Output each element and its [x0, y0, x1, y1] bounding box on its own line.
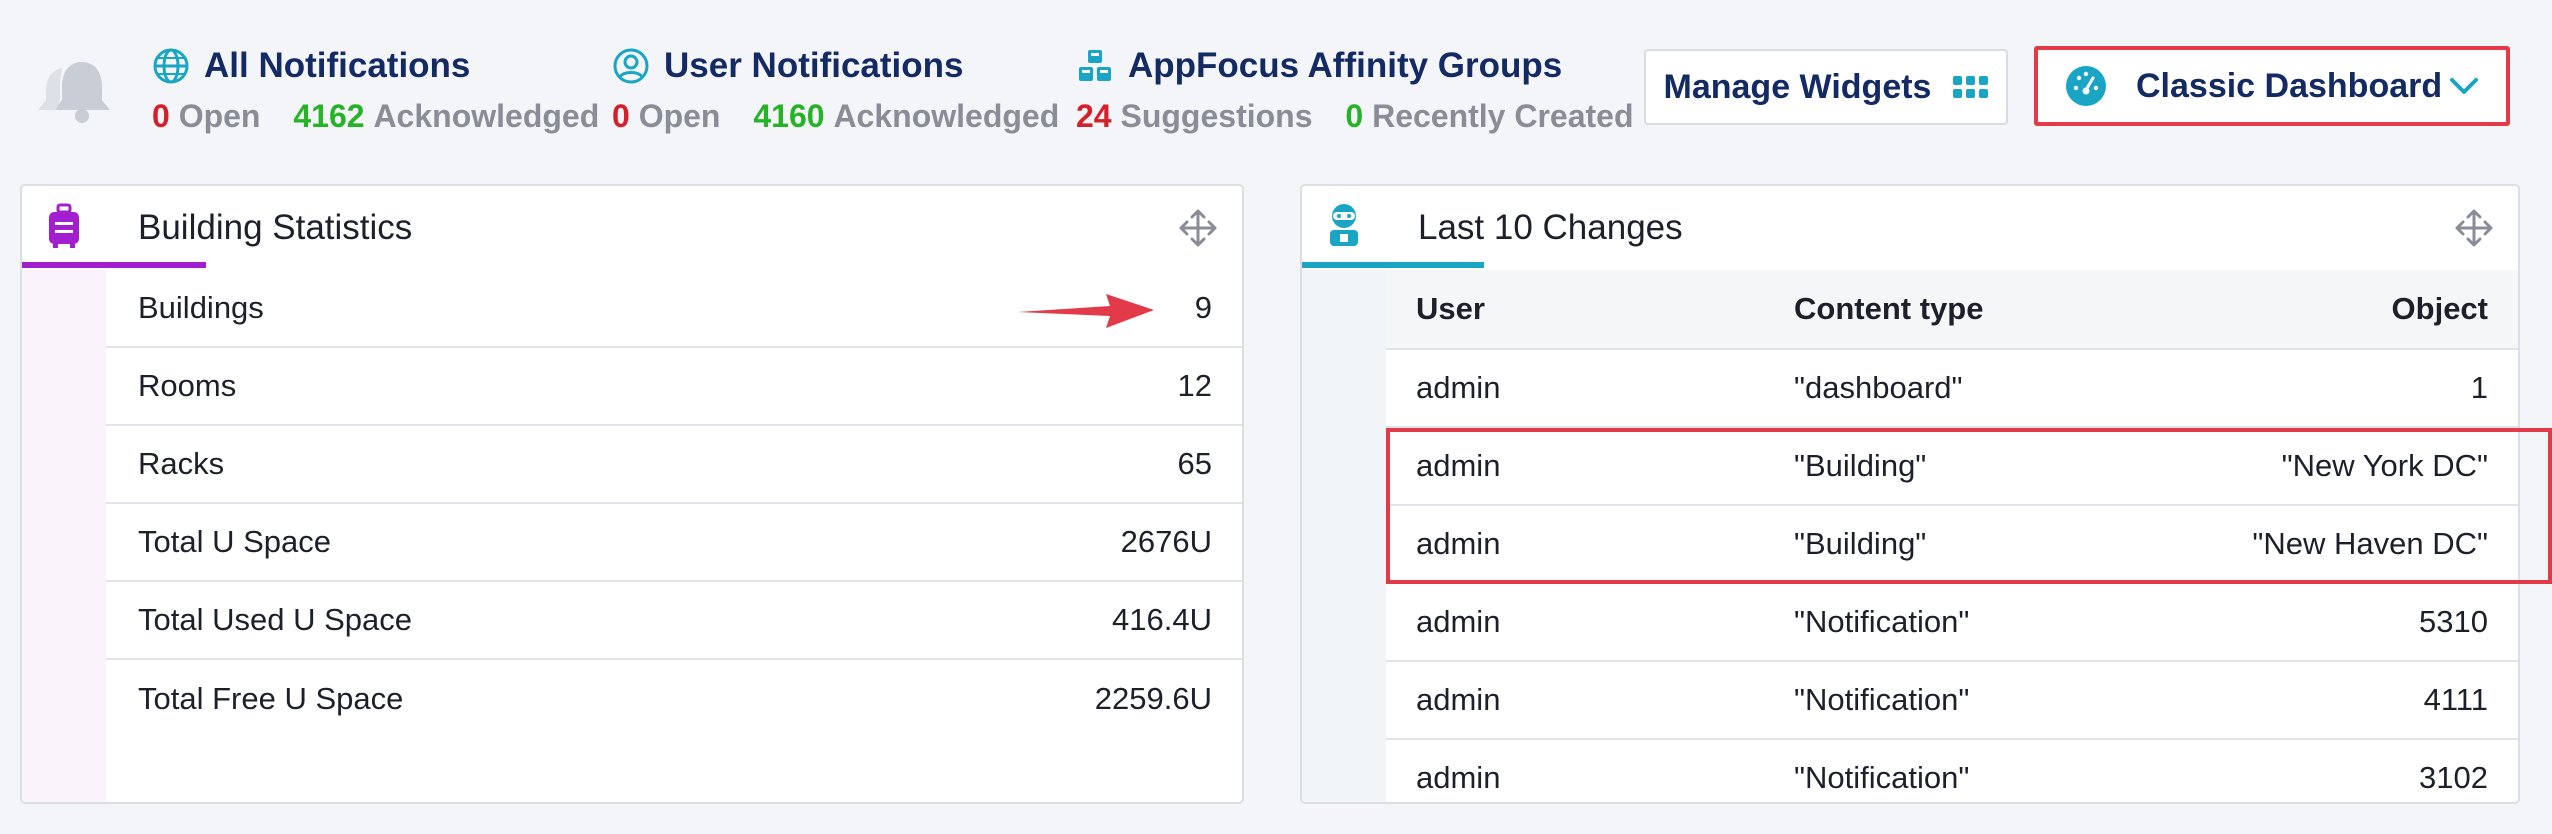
all-ack-label: Acknowledged [373, 98, 600, 134]
widget-title-underline [22, 262, 206, 268]
building-stats-list: Buildings 9 Rooms 12 Racks 65 Total U Sp… [106, 270, 1242, 738]
all-open-label: Open [178, 98, 261, 134]
cell-object: 1 [2470, 370, 2488, 405]
cell-object: "New York DC" [2281, 448, 2488, 483]
stat-value: 65 [1177, 446, 1212, 481]
speedometer-icon [2066, 66, 2106, 106]
stat-label: Buildings [138, 290, 264, 325]
widget-title: Last 10 Changes [1418, 208, 1683, 247]
cell-user: admin [1416, 526, 1501, 561]
stat-label: Rooms [138, 368, 237, 403]
widget-sidebar [1302, 186, 1386, 802]
stat-row-rooms: Rooms 12 [106, 348, 1242, 426]
widget-sidebar [22, 186, 106, 802]
suitcase-icon [49, 203, 79, 248]
cell-content-type: "Notification" [1794, 682, 1970, 717]
robot-icon [1330, 204, 1358, 246]
cell-user: admin [1416, 448, 1501, 483]
cell-object: 5310 [2419, 604, 2488, 639]
widget-title: Building Statistics [138, 208, 413, 247]
all-notifications-title[interactable]: All Notifications [204, 46, 470, 86]
user-open-count: 0 [612, 98, 630, 134]
table-row[interactable]: admin "Notification" 3102 [1386, 740, 2518, 802]
table-header-row: User Content type Object [1386, 270, 2518, 350]
cell-content-type: "Building" [1794, 526, 1927, 561]
all-notifications-summary[interactable]: All Notifications 0 Open 4162 Acknowledg… [152, 46, 623, 135]
annotation-arrow-icon [1018, 294, 1154, 328]
column-header-content-type[interactable]: Content type [1794, 291, 2141, 327]
cell-user: admin [1416, 370, 1501, 405]
user-ack-label: Acknowledged [833, 98, 1060, 134]
all-ack-count: 4162 [293, 98, 365, 134]
dashboard-select-value: Classic Dashboard [2136, 66, 2443, 105]
cubes-icon [1079, 50, 1111, 81]
stat-label: Total Free U Space [138, 681, 404, 716]
table-row[interactable]: admin "Building" "New Haven DC" [1386, 506, 2518, 584]
stat-label: Total U Space [138, 524, 331, 559]
cell-content-type: "Building" [1794, 448, 1927, 483]
cell-content-type: "dashboard" [1794, 370, 1963, 405]
stat-row-used-u-space: Total Used U Space 416.4U [106, 582, 1242, 660]
affinity-groups-summary[interactable]: AppFocus Affinity Groups 24 Suggestions … [1076, 46, 1658, 135]
changes-table: User Content type Object admin "dashboar… [1386, 270, 2518, 802]
stat-row-free-u-space: Total Free U Space 2259.6U [106, 660, 1242, 738]
table-row[interactable]: admin "Notification" 4111 [1386, 662, 2518, 740]
cell-user: admin [1416, 682, 1501, 717]
cell-content-type: "Notification" [1794, 760, 1970, 795]
user-open-label: Open [638, 98, 721, 134]
building-statistics-widget: Building Statistics Buildings 9 Rooms 12… [20, 184, 1244, 804]
table-row[interactable]: admin "dashboard" 1 [1386, 350, 2518, 428]
suggestions-count: 24 [1076, 98, 1112, 134]
affinity-groups-title[interactable]: AppFocus Affinity Groups [1128, 46, 1562, 86]
last-changes-widget: Last 10 Changes User Content type Object… [1300, 184, 2520, 804]
column-header-object[interactable]: Object [2141, 291, 2488, 327]
user-circle-icon [613, 48, 649, 84]
stat-row-racks: Racks 65 [106, 426, 1242, 504]
recently-created-label: Recently Created [1372, 98, 1634, 134]
user-ack-count: 4160 [753, 98, 825, 134]
stat-value: 9 [1194, 290, 1212, 325]
cell-object: 3102 [2419, 760, 2488, 795]
stat-label: Total Used U Space [138, 602, 412, 637]
user-notifications-title[interactable]: User Notifications [664, 46, 964, 86]
widget-header: Building Statistics [22, 186, 1242, 270]
cell-object: 4111 [2423, 682, 2488, 717]
move-handle-icon[interactable] [1178, 208, 1218, 248]
cell-user: admin [1416, 760, 1501, 795]
stat-value: 2676U [1120, 524, 1212, 559]
table-row[interactable]: admin "Building" "New York DC" [1386, 428, 2518, 506]
grid-icon [1953, 76, 1989, 98]
stat-value: 2259.6U [1094, 681, 1212, 716]
suggestions-label: Suggestions [1120, 98, 1313, 134]
cell-user: admin [1416, 604, 1501, 639]
column-header-user[interactable]: User [1416, 291, 1794, 327]
notification-bell-icon[interactable] [34, 54, 124, 124]
all-open-count: 0 [152, 98, 170, 134]
top-header: All Notifications 0 Open 4162 Acknowledg… [0, 0, 2552, 180]
manage-widgets-button[interactable]: Manage Widgets [1644, 49, 2008, 125]
stat-value: 416.4U [1112, 602, 1212, 637]
manage-widgets-label: Manage Widgets [1663, 67, 1932, 106]
stat-row-total-u-space: Total U Space 2676U [106, 504, 1242, 582]
cell-content-type: "Notification" [1794, 604, 1970, 639]
move-handle-icon[interactable] [2454, 208, 2494, 248]
chevron-down-icon [2450, 78, 2478, 94]
stat-label: Racks [138, 446, 225, 481]
stat-value: 12 [1177, 368, 1212, 403]
dashboard-select[interactable]: Classic Dashboard [2034, 46, 2510, 126]
widget-header: Last 10 Changes [1302, 186, 2518, 270]
cell-object: "New Haven DC" [2252, 526, 2488, 561]
recently-created-count: 0 [1345, 98, 1364, 134]
globe-icon [153, 48, 189, 84]
table-row[interactable]: admin "Notification" 5310 [1386, 584, 2518, 662]
widget-title-underline [1302, 262, 1484, 268]
user-notifications-summary[interactable]: User Notifications 0 Open 4160 Acknowled… [612, 46, 1083, 135]
